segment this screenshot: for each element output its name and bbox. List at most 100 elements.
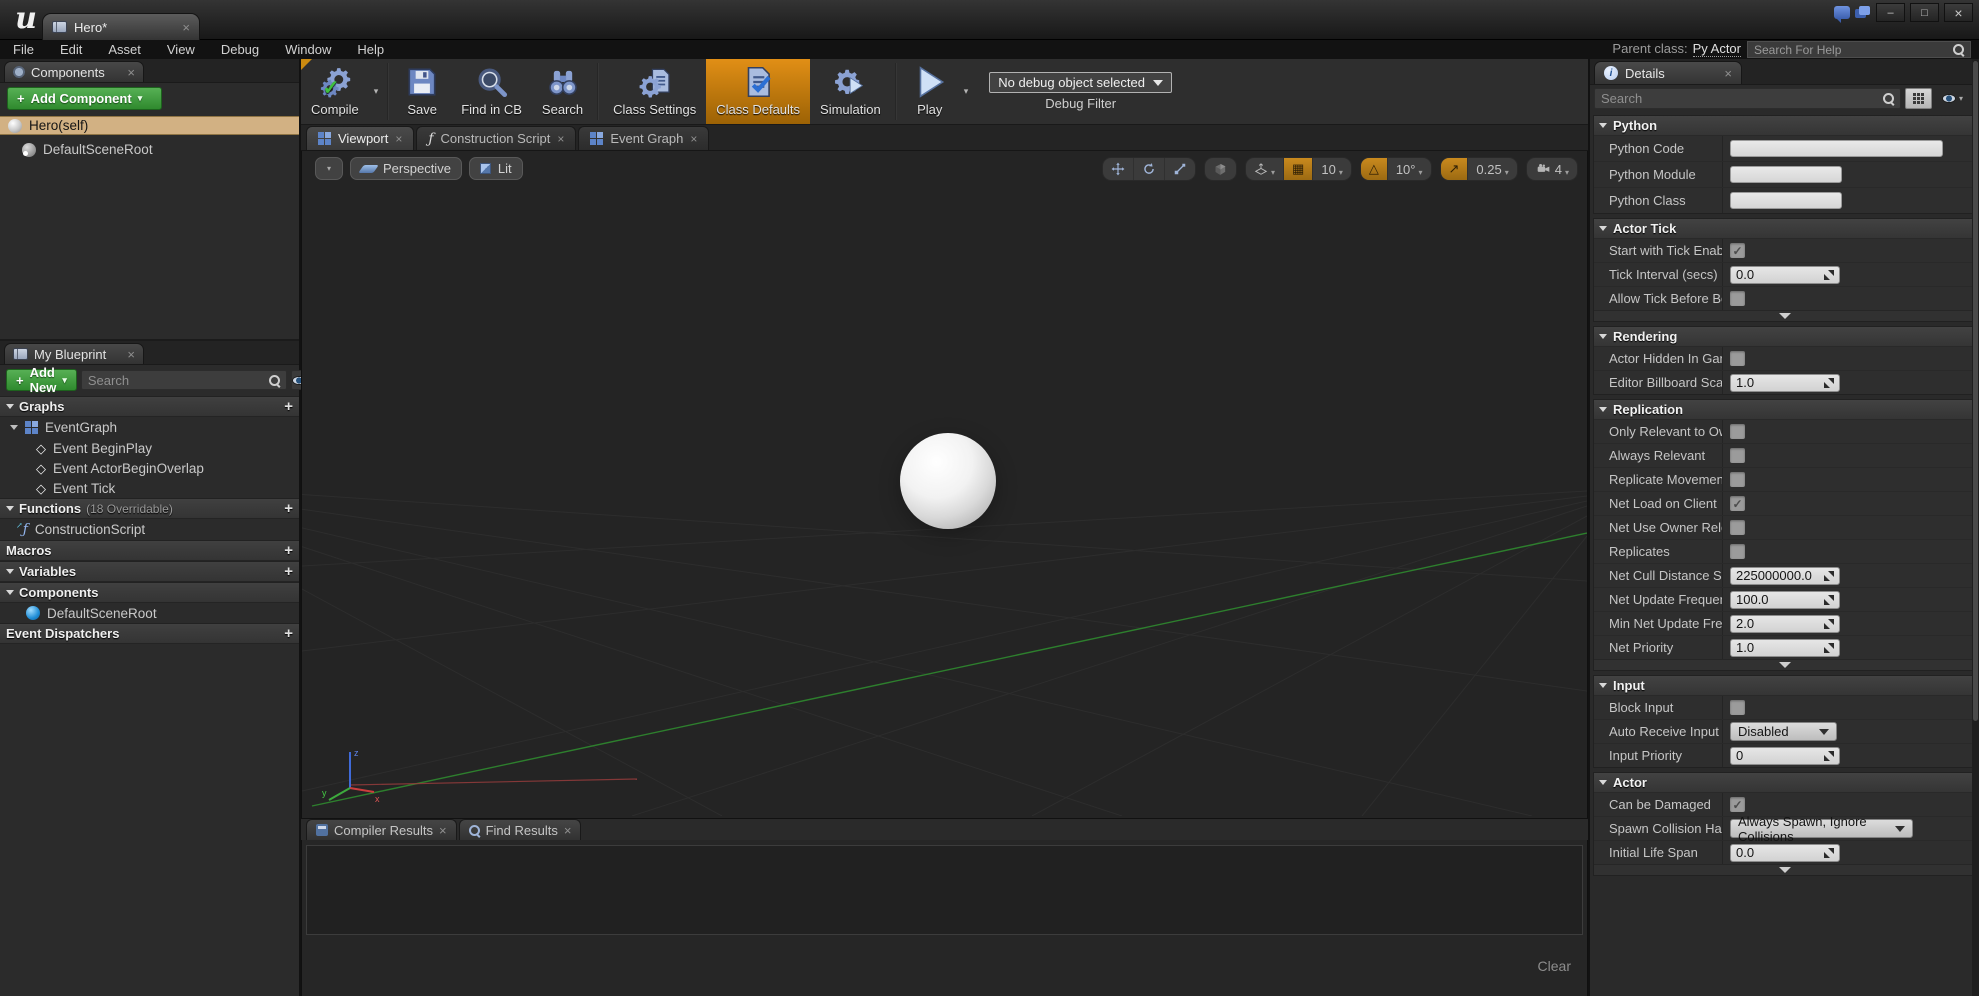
tree-item-construction-script[interactable]: ↗ƒ ConstructionScript [0,519,299,540]
numeric-input[interactable] [1736,845,1820,860]
feedback-icon[interactable] [1834,6,1850,23]
component-row-default-scene-root[interactable]: DefaultSceneRoot [0,140,299,159]
checkbox[interactable]: ✓ [1730,797,1745,812]
section-header-actor[interactable]: Actor [1594,773,1975,792]
section-expander[interactable] [1594,659,1975,670]
rotate-tool-button[interactable] [1134,158,1166,180]
menu-help[interactable]: Help [344,42,397,57]
checkbox[interactable]: ✓ [1730,472,1745,487]
python-class-input[interactable] [1730,192,1842,209]
tab-event-graph[interactable]: Event Graph × [578,126,710,150]
checkbox[interactable]: ✓ [1730,291,1745,306]
expand-arrow-icon[interactable] [10,425,18,430]
add-new-button[interactable]: + Add New ▾ [6,365,77,395]
python-module-input[interactable] [1730,166,1842,183]
rotation-snap-value-button[interactable]: 10° ▾ [1388,158,1431,180]
section-header-replication[interactable]: Replication [1594,400,1975,419]
section-header-input[interactable]: Input [1594,676,1975,695]
numeric-input[interactable] [1736,375,1820,390]
section-functions[interactable]: Functions (18 Overridable) + [0,498,299,519]
drag-handle-icon[interactable] [1824,594,1834,605]
component-row-hero-self[interactable]: Hero(self) [0,116,299,135]
numeric-input[interactable] [1736,568,1820,583]
scrollbar-thumb[interactable] [1973,61,1978,721]
checkbox[interactable]: ✓ [1730,448,1745,463]
surface-snap-button[interactable]: ▾ [1246,158,1285,180]
drag-handle-icon[interactable] [1824,750,1834,761]
lit-mode-button[interactable]: Lit [468,157,523,180]
drag-handle-icon[interactable] [1824,377,1834,388]
class-settings-button[interactable]: Class Settings [603,59,706,124]
numeric-input[interactable] [1736,267,1820,282]
property-matrix-button[interactable] [1905,88,1932,109]
section-header-python[interactable]: Python [1594,116,1975,135]
drag-handle-icon[interactable] [1824,269,1834,280]
section-event-dispatchers[interactable]: Event Dispatchers + [0,623,299,644]
tree-item-default-scene-root[interactable]: DefaultSceneRoot [0,603,299,623]
checkbox[interactable]: ✓ [1730,520,1745,535]
tab-compiler-results[interactable]: Compiler Results × [306,819,457,840]
add-dispatcher-icon[interactable]: + [284,626,293,641]
tree-item-event-tick[interactable]: ◇ Event Tick [0,478,299,498]
section-graphs[interactable]: Graphs + [0,396,299,417]
checkbox[interactable]: ✓ [1730,496,1745,511]
maximize-button[interactable]: □ [1910,3,1939,22]
tree-item-event-actorbeginoverlap[interactable]: ◇ Event ActorBeginOverlap [0,458,299,478]
tick-interval-field[interactable] [1730,265,1840,284]
tab-details[interactable]: i Details × [1594,61,1742,84]
tab-close-icon[interactable]: × [564,824,572,837]
tab-components[interactable]: Components × [4,61,144,82]
menu-asset[interactable]: Asset [95,42,154,57]
details-scrollbar[interactable] [1972,59,1979,996]
play-button[interactable]: Play [901,59,959,124]
net-priority-field[interactable] [1730,638,1840,657]
min-net-update-field[interactable] [1730,614,1840,633]
life-span-field[interactable] [1730,843,1840,862]
compile-options-caret-icon[interactable]: ▾ [369,86,384,97]
viewport-3d[interactable]: z x y ▾ Perspective Lit ▾ ▦ 10 ▾ △ 10° ▾… [301,151,1588,818]
menu-edit[interactable]: Edit [47,42,95,57]
auto-receive-input-dropdown[interactable]: Disabled [1730,722,1837,741]
tab-close-icon[interactable]: × [395,133,402,145]
default-scene-root-sphere[interactable] [900,433,996,529]
scale-snap-value-button[interactable]: 0.25 ▾ [1468,158,1516,180]
parent-class-link[interactable]: Py Actor [1692,41,1741,57]
class-defaults-button[interactable]: Class Defaults [706,59,811,124]
numeric-input[interactable] [1736,592,1820,607]
details-tab-close-icon[interactable]: × [1724,67,1732,80]
add-graph-icon[interactable]: + [284,399,293,414]
checkbox[interactable]: ✓ [1730,424,1745,439]
checkbox[interactable]: ✓ [1730,351,1745,366]
asset-tab-close-icon[interactable]: × [182,21,190,34]
clear-button[interactable]: Clear [1538,958,1571,974]
tree-item-event-beginplay[interactable]: ◇ Event BeginPlay [0,438,299,458]
add-function-icon[interactable]: + [284,501,293,516]
save-button[interactable]: Save [393,59,451,124]
compile-button[interactable]: ✓ Compile [301,59,369,124]
tab-close-icon[interactable]: × [690,133,697,145]
drag-handle-icon[interactable] [1824,618,1834,629]
details-search-input[interactable] [1601,91,1878,106]
debug-object-dropdown[interactable]: No debug object selected [989,72,1172,93]
menu-window[interactable]: Window [272,42,344,57]
numeric-input[interactable] [1736,748,1820,763]
my-blueprint-tab-close-icon[interactable]: × [127,348,135,361]
drag-handle-icon[interactable] [1824,570,1834,581]
add-macro-icon[interactable]: + [284,543,293,558]
play-options-caret-icon[interactable]: ▾ [959,86,974,97]
move-tool-button[interactable] [1103,158,1135,180]
asset-tab-hero[interactable]: Hero* × [42,13,200,40]
checkbox[interactable]: ✓ [1730,544,1745,559]
section-header-rendering[interactable]: Rendering [1594,327,1975,346]
net-cull-field[interactable] [1730,566,1840,585]
minimize-button[interactable]: – [1876,3,1905,22]
section-variables[interactable]: Variables + [0,561,299,582]
checkbox[interactable]: ✓ [1730,700,1745,715]
components-tab-close-icon[interactable]: × [127,66,135,79]
menu-debug[interactable]: Debug [208,42,272,57]
my-blueprint-search-box[interactable] [80,370,287,390]
tree-item-event-graph[interactable]: EventGraph [0,417,299,438]
world-local-toggle-button[interactable] [1205,158,1236,180]
drag-handle-icon[interactable] [1824,847,1834,858]
input-priority-field[interactable] [1730,746,1840,765]
